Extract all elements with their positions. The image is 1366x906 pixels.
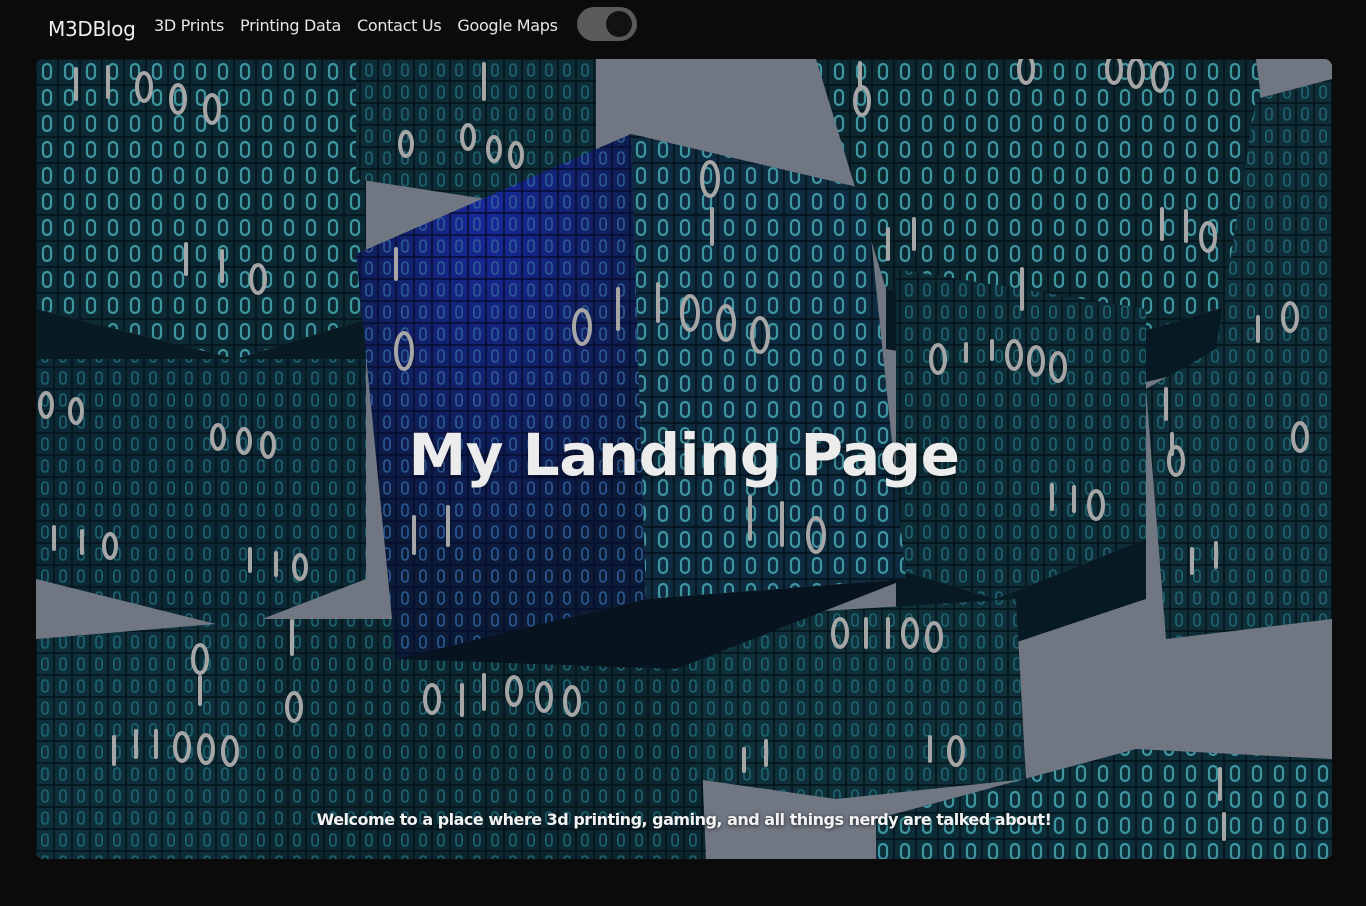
dark-mode-toggle[interactable]	[577, 7, 637, 41]
brand-logo-link[interactable]: M3DBlog	[48, 17, 136, 41]
nav-link-3d-prints[interactable]: 3D Prints	[154, 16, 224, 35]
nav-links: 3D Prints Printing Data Contact Us Googl…	[154, 16, 558, 35]
hero-banner: My Landing Page Welcome to a place where…	[36, 59, 1332, 859]
nav-link-contact-us[interactable]: Contact Us	[357, 16, 442, 35]
toggle-knob	[606, 11, 632, 37]
nav-link-printing-data[interactable]: Printing Data	[240, 16, 341, 35]
nav-link-google-maps[interactable]: Google Maps	[457, 16, 558, 35]
top-navbar: M3DBlog 3D Prints Printing Data Contact …	[0, 0, 1366, 58]
hero-title: My Landing Page	[408, 421, 960, 489]
hero-tagline: Welcome to a place where 3d printing, ga…	[316, 810, 1052, 829]
